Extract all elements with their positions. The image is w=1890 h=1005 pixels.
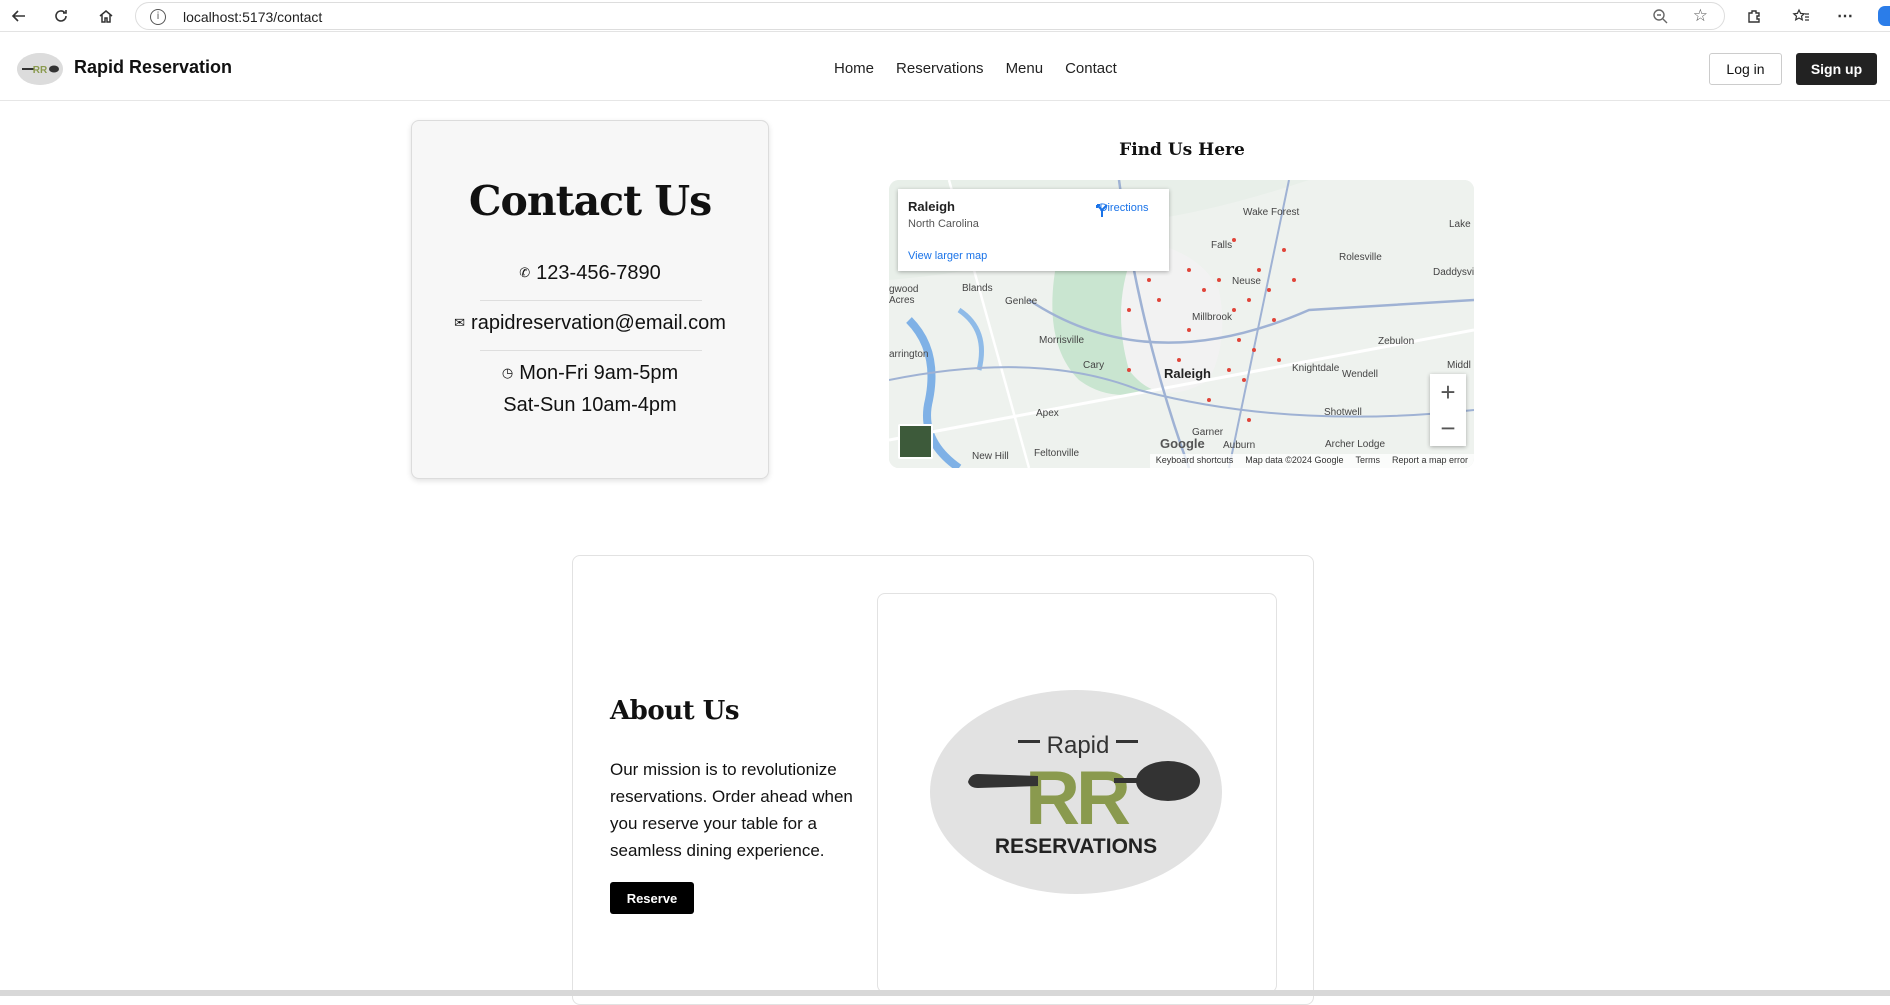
email-address[interactable]: rapidreservation@email.com xyxy=(471,312,726,334)
address-bar[interactable]: i localhost:5173/contact ☆ xyxy=(135,2,1725,30)
map-label-gwood: gwood xyxy=(889,284,918,295)
map-label-acres: Acres xyxy=(889,295,915,306)
map-place-card: Raleigh North Carolina View larger map D… xyxy=(898,189,1169,271)
map-label-rolesville: Rolesville xyxy=(1339,252,1382,263)
map-place-name: Raleigh xyxy=(908,199,955,214)
hours-row: ◷ Mon-Fri 9am-5pm xyxy=(412,362,768,385)
google-logo[interactable]: Google xyxy=(1160,436,1205,451)
map-label-blands: Blands xyxy=(962,283,993,294)
map-label-zebulon: Zebulon xyxy=(1378,336,1414,347)
zoom-icon[interactable] xyxy=(1652,8,1668,29)
about-title: About Us xyxy=(610,696,739,726)
satellite-toggle[interactable] xyxy=(898,424,933,459)
nav-reservations[interactable]: Reservations xyxy=(896,60,984,77)
logo-text-rapid: Rapid xyxy=(1047,732,1110,759)
google-map[interactable]: Wake Forest Rolesville Falls Neuse Millb… xyxy=(889,180,1474,468)
reserve-button[interactable]: Reserve xyxy=(610,882,694,914)
mail-icon: ✉ xyxy=(454,316,466,331)
view-larger-map-link[interactable]: View larger map xyxy=(908,250,987,262)
map-label-millbrook: Millbrook xyxy=(1192,312,1233,323)
phone-icon: ✆ xyxy=(519,266,531,281)
map-label-morrisville: Morrisville xyxy=(1039,335,1084,346)
site-navbar: RR Rapid Reservation Home Reservations M… xyxy=(0,33,1890,101)
horizontal-scrollbar[interactable] xyxy=(0,990,1890,996)
map-label-cary: Cary xyxy=(1083,360,1104,371)
home-icon[interactable] xyxy=(93,4,119,28)
report-error-link[interactable]: Report a map error xyxy=(1392,455,1468,467)
rapid-reservations-logo: Rapid RR RESERVATIONS xyxy=(930,690,1222,894)
logo-text-rr: RR xyxy=(1025,756,1130,841)
map-label-arrington: arrington xyxy=(889,349,928,360)
divider xyxy=(480,300,702,301)
map-label-falls: Falls xyxy=(1211,240,1232,251)
map-label-lake: Lake R xyxy=(1449,219,1474,230)
keyboard-shortcuts-link[interactable]: Keyboard shortcuts xyxy=(1156,455,1234,467)
map-place-region: North Carolina xyxy=(908,218,979,230)
nav-home[interactable]: Home xyxy=(834,60,874,77)
url-text: localhost:5173/contact xyxy=(183,9,323,25)
zoom-in-button[interactable]: + xyxy=(1430,374,1466,410)
browser-toolbar: i localhost:5173/contact ☆ ⋯ xyxy=(0,0,1890,32)
copilot-icon[interactable] xyxy=(1878,6,1890,26)
phone-row: ✆ 123-456-7890 xyxy=(412,262,768,285)
reload-icon[interactable] xyxy=(48,4,74,28)
map-label-genlee: Genlee xyxy=(1005,296,1038,307)
phone-number[interactable]: 123-456-7890 xyxy=(536,262,661,284)
map-label-new-hill: New Hill xyxy=(972,451,1009,462)
map-label-auburn: Auburn xyxy=(1223,440,1255,451)
back-icon[interactable] xyxy=(6,4,32,28)
map-label-raleigh: Raleigh xyxy=(1164,366,1211,381)
svg-text:RR: RR xyxy=(33,65,48,76)
map-zoom-control: + − xyxy=(1430,374,1466,446)
map-label-wendell: Wendell xyxy=(1342,369,1378,380)
logo-text-reservations: RESERVATIONS xyxy=(995,835,1157,858)
map-label-wake-forest: Wake Forest xyxy=(1243,207,1300,218)
contact-card: Contact Us ✆ 123-456-7890 ✉ rapidreservati… xyxy=(411,120,769,479)
favorites-icon[interactable] xyxy=(1788,4,1814,28)
directions-button[interactable]: Directions xyxy=(1094,202,1154,217)
clock-icon: ◷ xyxy=(501,366,514,381)
brand-logo[interactable]: RR xyxy=(17,53,63,85)
about-text: Our mission is to revolutionize reservat… xyxy=(610,760,853,860)
directions-icon xyxy=(1096,204,1108,217)
map-label-feltonville: Feltonville xyxy=(1034,448,1079,459)
zoom-out-button[interactable]: − xyxy=(1430,410,1466,446)
extensions-icon[interactable] xyxy=(1741,4,1767,28)
hours-weekend: Sat-Sun 10am-4pm xyxy=(503,394,677,416)
map-attribution: Keyboard shortcuts Map data ©2024 Google… xyxy=(1149,454,1474,468)
more-menu-icon[interactable]: ⋯ xyxy=(1832,4,1858,28)
nav-links: Home Reservations Menu Contact xyxy=(834,60,1117,77)
nav-contact[interactable]: Contact xyxy=(1065,60,1117,77)
logo-card: Rapid RR RESERVATIONS xyxy=(877,593,1277,993)
login-button[interactable]: Log in xyxy=(1709,53,1782,85)
map-label-daddysville: Daddysvi xyxy=(1433,267,1474,278)
map-label-shotwell: Shotwell xyxy=(1324,407,1362,418)
site-info-icon[interactable]: i xyxy=(150,9,166,25)
map-label-neuse: Neuse xyxy=(1232,276,1261,287)
contact-title: Contact Us xyxy=(468,177,712,225)
map-label-knightdale: Knightdale xyxy=(1292,363,1340,374)
email-row: ✉ rapidreservation@email.com xyxy=(412,312,768,335)
signup-button[interactable]: Sign up xyxy=(1796,53,1877,85)
brand-name[interactable]: Rapid Reservation xyxy=(74,57,232,78)
map-label-archer-lodge: Archer Lodge xyxy=(1325,439,1385,450)
map-section-title: Find Us Here xyxy=(1119,140,1245,160)
terms-link[interactable]: Terms xyxy=(1355,455,1380,467)
hours-weekday: Mon-Fri 9am-5pm xyxy=(519,362,679,384)
about-section: About Us Our mission is to revolutionize… xyxy=(572,555,1314,1005)
favorite-star-icon[interactable]: ☆ xyxy=(1693,6,1708,26)
map-label-apex: Apex xyxy=(1036,408,1059,419)
map-label-middle: Middl xyxy=(1447,360,1471,371)
nav-menu[interactable]: Menu xyxy=(1006,60,1044,77)
divider xyxy=(480,350,702,351)
map-data-text: Map data ©2024 Google xyxy=(1245,455,1344,465)
